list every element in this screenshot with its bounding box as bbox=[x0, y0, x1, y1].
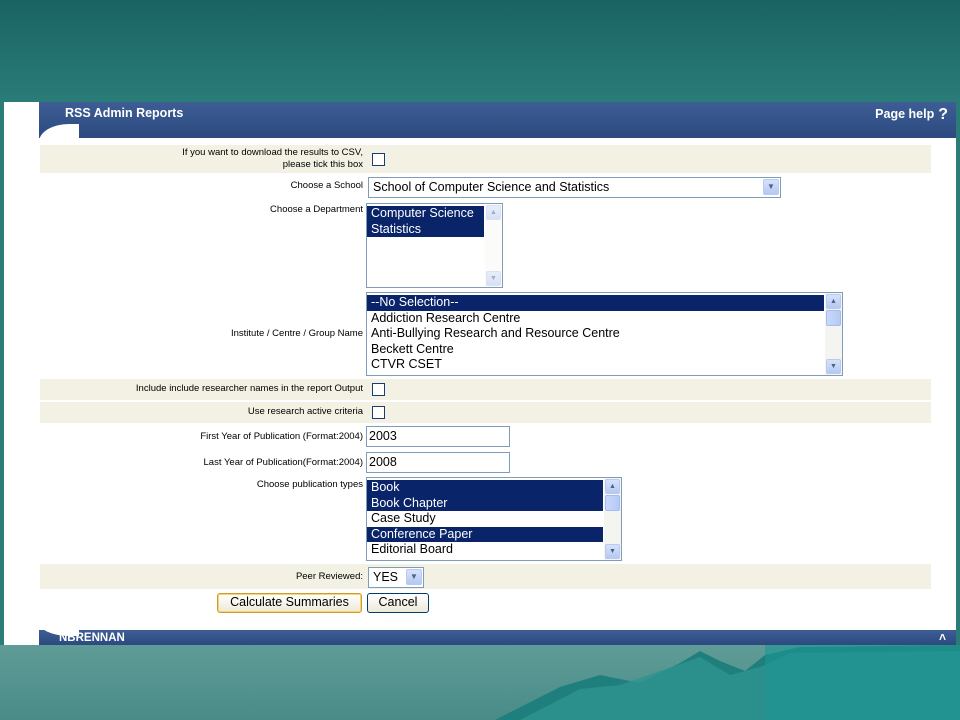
scroll-down-icon[interactable]: ▼ bbox=[486, 271, 501, 286]
help-icon: ? bbox=[938, 106, 948, 123]
pub-types-listbox[interactable]: Book Book Chapter Case Study Conference … bbox=[366, 477, 622, 561]
header-bar: RSS Admin Reports Page help? bbox=[39, 102, 956, 144]
research-active-checkbox[interactable] bbox=[372, 406, 385, 419]
first-year-input[interactable]: 2003 bbox=[366, 426, 510, 447]
scroll-thumb[interactable] bbox=[826, 310, 841, 326]
last-year-row: Last Year of Publication(Format:2004) 20… bbox=[40, 450, 931, 474]
peer-reviewed-value: YES bbox=[373, 570, 399, 584]
institute-option[interactable]: Anti-Bullying Research and Resource Cent… bbox=[367, 326, 824, 342]
peer-reviewed-row: Peer Reviewed: YES ▼ bbox=[40, 564, 931, 589]
institute-option[interactable]: Addiction Research Centre bbox=[367, 311, 824, 327]
csv-label: If you want to download the results to C… bbox=[182, 147, 363, 171]
research-active-row: Use research active criteria bbox=[40, 402, 931, 423]
calculate-summaries-button[interactable]: Calculate Summaries bbox=[217, 593, 362, 613]
institute-listbox[interactable]: --No Selection-- Addiction Research Cent… bbox=[366, 292, 843, 376]
department-label: Choose a Department bbox=[270, 204, 363, 215]
department-option[interactable]: Computer Science bbox=[367, 206, 484, 222]
chevron-down-icon[interactable]: ▼ bbox=[763, 179, 779, 195]
institute-option[interactable]: Beckett Centre bbox=[367, 342, 824, 358]
scroll-up-icon[interactable]: ▲ bbox=[605, 479, 620, 494]
csv-label-line1: If you want to download the results to C… bbox=[182, 147, 363, 158]
slide-top-band bbox=[0, 0, 960, 102]
scroll-down-icon[interactable]: ▼ bbox=[826, 359, 841, 374]
scroll-up-icon[interactable]: ▲ bbox=[486, 205, 501, 220]
pub-type-option[interactable]: Case Study bbox=[367, 511, 603, 527]
institute-label: Institute / Centre / Group Name bbox=[230, 328, 363, 339]
csv-checkbox[interactable] bbox=[372, 153, 385, 166]
scroll-thumb[interactable] bbox=[605, 495, 620, 511]
peer-reviewed-select[interactable]: YES ▼ bbox=[368, 567, 424, 588]
research-active-label: Use research active criteria bbox=[247, 406, 363, 417]
pub-type-option[interactable]: Conference Paper bbox=[367, 526, 603, 543]
department-row: Choose a Department Computer Science Sta… bbox=[40, 201, 931, 289]
scroll-up-icon[interactable]: ▲ bbox=[826, 294, 841, 309]
researcher-names-label: Include include researcher names in the … bbox=[135, 383, 363, 394]
scroll-down-icon[interactable]: ▼ bbox=[605, 544, 620, 559]
first-year-row: First Year of Publication (Format:2004) … bbox=[40, 424, 931, 448]
peer-reviewed-label: Peer Reviewed: bbox=[295, 571, 363, 582]
school-select[interactable]: School of Computer Science and Statistic… bbox=[368, 177, 781, 198]
researcher-names-checkbox[interactable] bbox=[372, 383, 385, 396]
pub-types-scrollbar[interactable]: ▲ ▼ bbox=[604, 478, 621, 560]
pub-types-row: Choose publication types Book Book Chapt… bbox=[40, 476, 931, 562]
last-year-input[interactable]: 2008 bbox=[366, 452, 510, 473]
header-curve bbox=[39, 124, 79, 144]
pub-types-label: Choose publication types bbox=[256, 479, 363, 490]
school-row: Choose a School School of Computer Scien… bbox=[40, 175, 931, 199]
footer-username: NBRENNAN bbox=[59, 632, 125, 644]
pub-type-option[interactable]: Book bbox=[367, 480, 603, 496]
pub-type-option[interactable]: Book Chapter bbox=[367, 495, 603, 512]
chevron-down-icon[interactable]: ▼ bbox=[406, 569, 422, 585]
slide-bottom-band bbox=[0, 645, 960, 720]
page-help-label: Page help bbox=[875, 107, 935, 121]
school-label: Choose a School bbox=[290, 180, 363, 191]
school-select-value: School of Computer Science and Statistic… bbox=[373, 180, 610, 194]
csv-label-line2: please tick this box bbox=[282, 159, 363, 170]
first-year-label: First Year of Publication (Format:2004) bbox=[200, 431, 363, 442]
institute-option[interactable]: CTVR CSET bbox=[367, 357, 824, 373]
last-year-label: Last Year of Publication(Format:2004) bbox=[203, 457, 363, 468]
page-help-link[interactable]: Page help? bbox=[875, 106, 948, 124]
department-scrollbar[interactable]: ▲ ▼ bbox=[485, 204, 502, 287]
institute-scrollbar[interactable]: ▲ ▼ bbox=[825, 293, 842, 375]
department-option[interactable]: Statistics bbox=[367, 221, 484, 238]
footer-bar: NBRENNAN ˄ bbox=[39, 630, 956, 645]
mountain-decoration bbox=[495, 645, 960, 720]
institute-option[interactable]: --No Selection-- bbox=[367, 295, 824, 311]
cancel-button[interactable]: Cancel bbox=[367, 593, 429, 613]
institute-row: Institute / Centre / Group Name --No Sel… bbox=[40, 291, 931, 377]
pub-type-option[interactable]: Editorial Board bbox=[367, 542, 603, 558]
department-listbox[interactable]: Computer Science Statistics ▲ ▼ bbox=[366, 203, 503, 288]
researcher-names-row: Include include researcher names in the … bbox=[40, 379, 931, 400]
page-title: RSS Admin Reports bbox=[65, 106, 184, 120]
browser-content: RSS Admin Reports Page help? If you want… bbox=[0, 102, 960, 645]
csv-row: If you want to download the results to C… bbox=[40, 145, 931, 173]
collapse-icon[interactable]: ˄ bbox=[939, 630, 946, 644]
